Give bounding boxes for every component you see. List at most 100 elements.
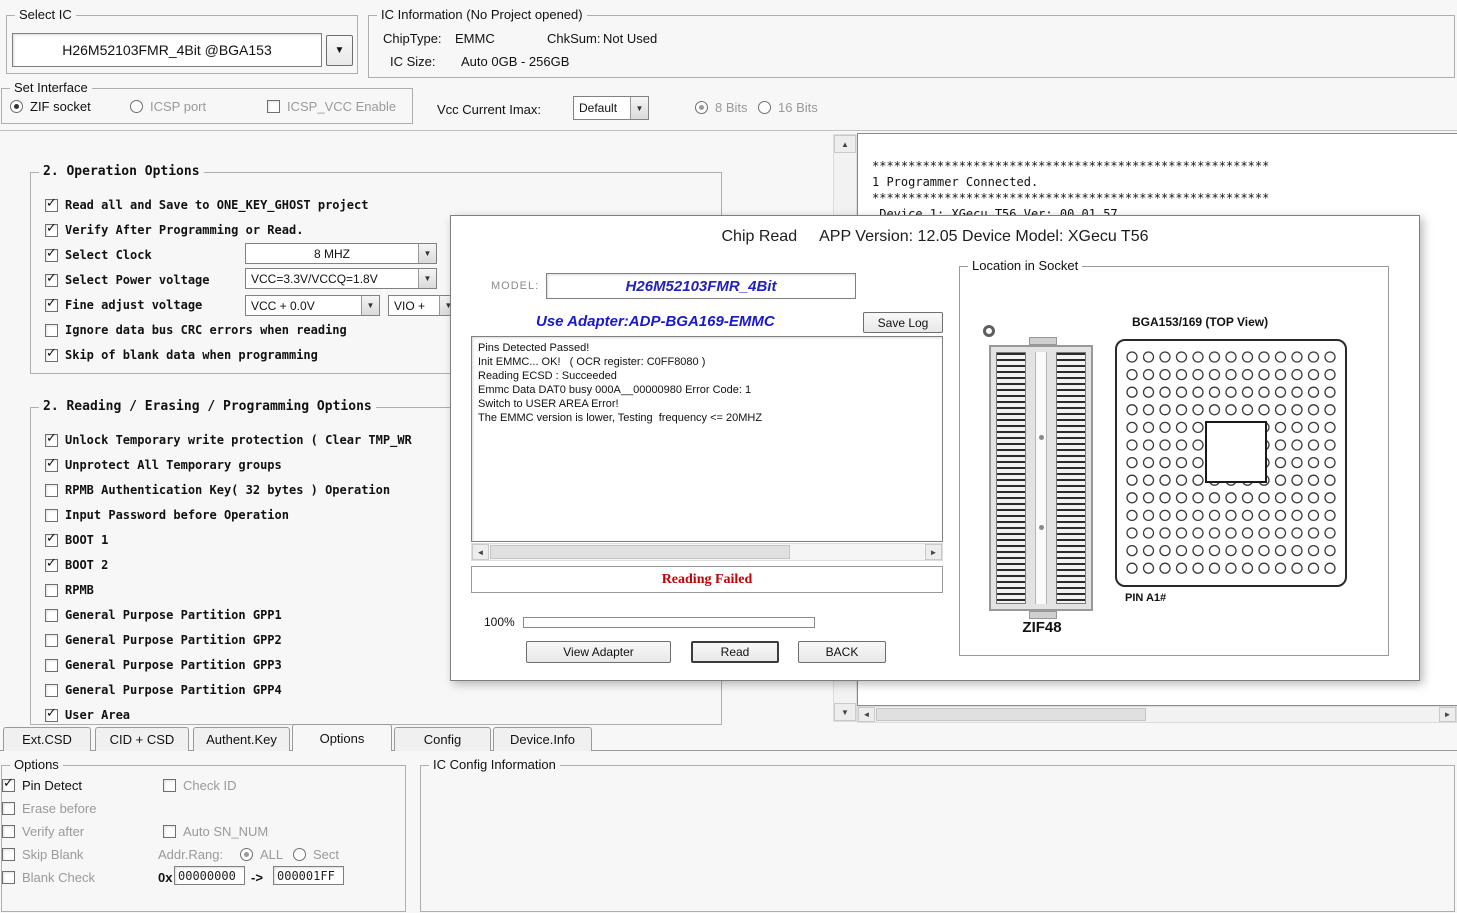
header-divider — [0, 130, 1457, 131]
ignore-crc-checkbox[interactable] — [45, 324, 58, 337]
tab-authent-key[interactable]: Authent.Key — [193, 727, 290, 751]
read-all-save-checkbox[interactable] — [45, 199, 58, 212]
verify-after-bottom-checkbox[interactable] — [2, 825, 15, 838]
gpp1-checkbox[interactable] — [45, 609, 58, 622]
rpmb-checkbox[interactable] — [45, 584, 58, 597]
chksum-label: ChkSum: — [547, 31, 600, 46]
dialog-title-right: APP Version: 12.05 Device Model: XGecu T… — [819, 228, 1148, 246]
verify-after-checkbox[interactable] — [45, 224, 58, 237]
check-id-checkbox[interactable] — [163, 779, 176, 792]
scroll-right-icon[interactable]: ► — [1439, 707, 1456, 722]
bga-title: BGA153/169 (TOP View) — [1132, 315, 1268, 329]
dialog-horizontal-scrollbar[interactable]: ◄ ► — [471, 543, 943, 561]
tab-extcsd[interactable]: Ext.CSD — [3, 727, 91, 751]
tab-device-info[interactable]: Device.Info — [493, 727, 592, 751]
zif-socket-label: ZIF socket — [30, 99, 91, 114]
fine-adjust-label: Fine adjust voltage — [65, 298, 202, 312]
chevron-down-icon[interactable]: ▼ — [418, 244, 436, 263]
chevron-down-icon[interactable]: ▼ — [630, 97, 648, 119]
tab-config[interactable]: Config — [394, 727, 491, 751]
icsp-vcc-label: ICSP_VCC Enable — [287, 99, 396, 114]
scroll-up-icon[interactable]: ▲ — [834, 135, 856, 153]
zif-dot — [1039, 525, 1044, 530]
user-area-row: User Area — [45, 707, 130, 723]
skip-blank-checkbox[interactable] — [2, 848, 15, 861]
boot1-checkbox[interactable] — [45, 534, 58, 547]
bits16-radio[interactable] — [758, 101, 771, 114]
fine-adjust-checkbox[interactable] — [45, 299, 58, 312]
auto-sn-checkbox[interactable] — [163, 825, 176, 838]
verify-after-label: Verify After Programming or Read. — [65, 223, 303, 237]
clock-value: 8 MHZ — [246, 244, 418, 263]
addr-from-input[interactable] — [174, 866, 245, 885]
verify-after-row: Verify After Programming or Read. — [45, 222, 303, 238]
icsp-vcc-checkbox[interactable] — [267, 100, 280, 113]
bits16-option: 16 Bits — [758, 99, 818, 115]
zif-socket-option: ZIF socket — [10, 98, 91, 114]
gpp2-checkbox[interactable] — [45, 634, 58, 647]
model-value-field: H26M52103FMR_4Bit — [546, 273, 856, 299]
addr-sect-radio[interactable] — [293, 848, 306, 861]
boot2-checkbox[interactable] — [45, 559, 58, 572]
zif-top-tab — [1029, 337, 1057, 345]
scrollbar-thumb[interactable] — [876, 708, 1146, 721]
save-log-button[interactable]: Save Log — [863, 312, 943, 333]
auto-sn-row: Auto SN_NUM — [163, 823, 268, 839]
vcc-current-combobox[interactable]: Default ▼ — [573, 96, 649, 120]
chevron-down-icon[interactable]: ▼ — [418, 269, 436, 288]
blank-check-checkbox[interactable] — [2, 871, 15, 884]
dialog-log-line: Pins Detected Passed! — [478, 342, 589, 354]
unprotect-groups-checkbox[interactable] — [45, 459, 58, 472]
zif-bottom-tab — [1029, 611, 1057, 619]
vio-adjust-combobox[interactable]: VIO + ▼ — [388, 295, 458, 316]
vcc-current-value: Default — [574, 97, 630, 119]
rpmb-auth-key-checkbox[interactable] — [45, 484, 58, 497]
addr-all-radio[interactable] — [240, 848, 253, 861]
read-button[interactable]: Read — [691, 641, 779, 663]
tab-options[interactable]: Options — [292, 724, 392, 751]
view-adapter-button[interactable]: View Adapter — [526, 641, 671, 663]
progress-label: 100% — [484, 615, 515, 629]
clock-combobox[interactable]: 8 MHZ ▼ — [245, 243, 437, 264]
skip-blank-data-checkbox[interactable] — [45, 349, 58, 362]
adapter-text: Use Adapter:ADP-BGA169-EMMC — [536, 313, 775, 330]
rpmb-auth-key-row: RPMB Authentication Key( 32 bytes ) Oper… — [45, 482, 390, 498]
skip-blank-row: Skip Blank — [2, 846, 83, 862]
dialog-title-left: Chip Read — [722, 228, 798, 246]
tab-cid-csd[interactable]: CID + CSD — [95, 727, 189, 751]
rpmb-label: RPMB — [65, 583, 94, 597]
bits8-radio[interactable] — [695, 101, 708, 114]
chevron-down-icon[interactable]: ▼ — [361, 296, 379, 315]
user-area-label: User Area — [65, 708, 130, 722]
scroll-left-icon[interactable]: ◄ — [472, 544, 489, 560]
vcc-adjust-combobox[interactable]: VCC + 0.0V ▼ — [245, 295, 380, 316]
gpp4-checkbox[interactable] — [45, 684, 58, 697]
ic-select-dropdown-button[interactable]: ▼ — [326, 35, 353, 66]
zif-socket-radio[interactable] — [10, 100, 23, 113]
unlock-tmp-wp-checkbox[interactable] — [45, 434, 58, 447]
pin-a1-label: PIN A1# — [1125, 592, 1166, 604]
fine-adjust-row: Fine adjust voltage — [45, 297, 202, 313]
power-voltage-combobox[interactable]: VCC=3.3V/VCCQ=1.8V ▼ — [245, 268, 437, 289]
scroll-right-icon[interactable]: ► — [925, 544, 942, 560]
gpp3-checkbox[interactable] — [45, 659, 58, 672]
ic-select-combobox[interactable]: H26M52103FMR_4Bit @BGA153 — [12, 33, 322, 67]
scroll-down-icon[interactable]: ▼ — [834, 703, 856, 721]
scroll-left-icon[interactable]: ◄ — [858, 707, 875, 722]
select-clock-checkbox[interactable] — [45, 249, 58, 262]
back-button[interactable]: BACK — [798, 641, 886, 663]
select-power-checkbox[interactable] — [45, 274, 58, 287]
log-line: ****************************************… — [872, 191, 1269, 205]
user-area-checkbox[interactable] — [45, 709, 58, 722]
pin-detect-checkbox[interactable] — [2, 779, 15, 792]
main-horizontal-scrollbar[interactable]: ◄ ► — [857, 706, 1457, 723]
scrollbar-thumb[interactable] — [490, 545, 790, 559]
dialog-log-line: The EMMC version is lower, Testing frequ… — [478, 412, 762, 424]
vcc-current-label: Vcc Current Imax: — [437, 102, 541, 117]
gpp2-row: General Purpose Partition GPP2 — [45, 632, 282, 648]
icsp-port-radio[interactable] — [130, 100, 143, 113]
input-password-checkbox[interactable] — [45, 509, 58, 522]
addr-to-input[interactable] — [273, 866, 344, 885]
erase-before-checkbox[interactable] — [2, 802, 15, 815]
ic-config-title: IC Config Information — [429, 757, 560, 772]
